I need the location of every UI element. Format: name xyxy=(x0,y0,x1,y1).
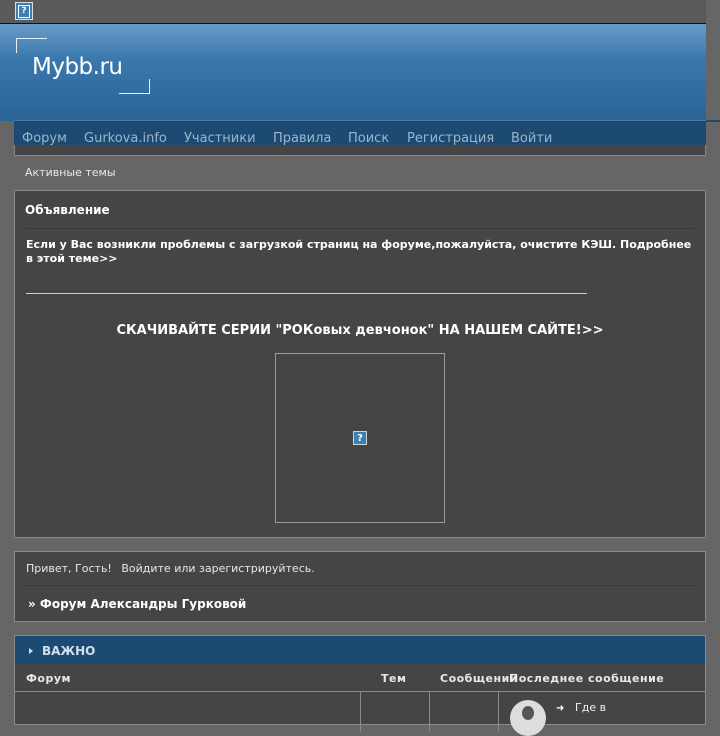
category-header[interactable]: ВАЖНО xyxy=(15,636,705,664)
forum-header: Mybb.ru xyxy=(0,24,706,121)
col-forum: Форум xyxy=(26,672,72,685)
greeting-text: Привет, Гость! xyxy=(26,562,112,575)
announcement-title: Объявление xyxy=(25,203,110,217)
last-post-link[interactable]: Где в xyxy=(575,701,606,715)
login-register-link[interactable]: Войдите или зарегистрируйтесь. xyxy=(121,562,314,575)
nav-search[interactable]: Поиск xyxy=(348,131,389,146)
welcome-panel: Привет, Гость! Войдите или зарегистрируй… xyxy=(14,551,706,622)
broken-image-icon: ? xyxy=(353,431,367,445)
nav-rules[interactable]: Правила xyxy=(273,131,331,146)
nav-forum[interactable]: Форум xyxy=(22,131,67,146)
category-title: ВАЖНО xyxy=(42,644,96,658)
expand-arrow-icon[interactable] xyxy=(29,648,33,654)
col-last-post: Последнее сообщение xyxy=(509,672,665,685)
table-row: ➜ Где в xyxy=(15,692,705,736)
top-strip: ? xyxy=(0,0,706,24)
avatar xyxy=(510,700,546,736)
announcement-download-link[interactable]: СКАЧИВАЙТЕ СЕРИИ "РОКовых девчонок" НА Н… xyxy=(15,323,705,338)
announcement-panel: Объявление Если у Вас возникли проблемы … xyxy=(14,190,706,538)
logo-text: Mybb.ru xyxy=(32,54,123,80)
broken-image-icon: ? xyxy=(15,2,33,20)
new-post-arrow-icon[interactable]: ➜ xyxy=(556,703,564,714)
site-logo[interactable]: Mybb.ru xyxy=(16,38,150,94)
nav-register[interactable]: Регистрация xyxy=(407,131,494,146)
announcement-text[interactable]: Если у Вас возникли проблемы с загрузкой… xyxy=(26,238,698,266)
category-important: ВАЖНО Форум Тем Сообщений Последнее сооб… xyxy=(14,635,706,736)
announcement-image: ? xyxy=(275,353,445,523)
breadcrumb[interactable]: » Форум Александры Гурковой xyxy=(28,597,246,611)
nav-gurkova-info[interactable]: Gurkova.info xyxy=(84,131,167,146)
divider xyxy=(26,293,587,294)
col-topics: Тем xyxy=(381,672,407,685)
nav-login[interactable]: Войти xyxy=(511,131,552,146)
column-headers: Форум Тем Сообщений Последнее сообщение xyxy=(15,664,705,692)
active-topics-link[interactable]: Активные темы xyxy=(25,166,116,179)
col-posts: Сообщений xyxy=(440,672,519,685)
main-navigation: Форум Gurkova.info Участники Правила Пои… xyxy=(14,120,706,146)
nav-members[interactable]: Участники xyxy=(184,131,256,146)
